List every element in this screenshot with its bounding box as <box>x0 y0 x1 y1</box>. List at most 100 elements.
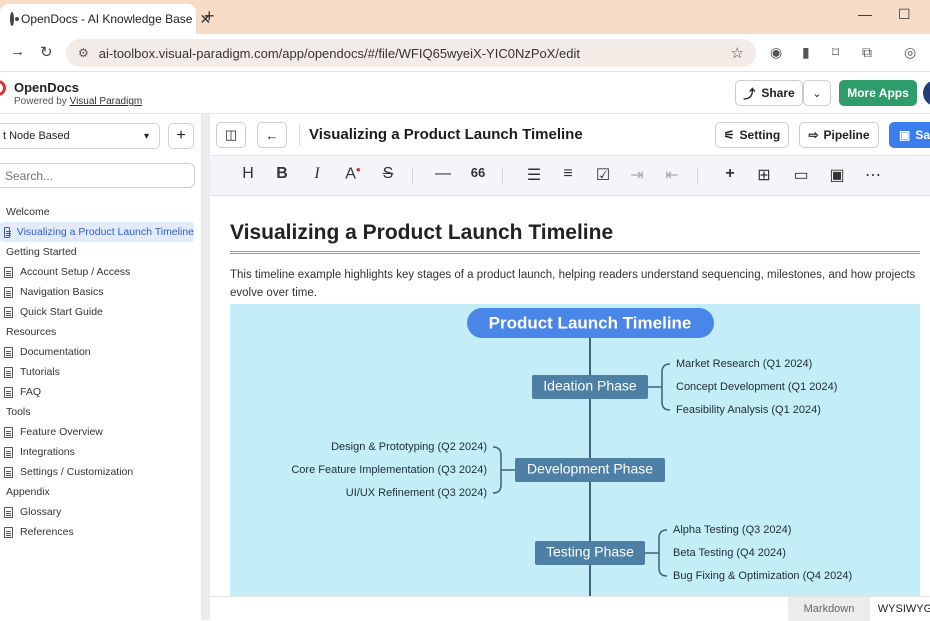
timeline-item-label: Alpha Testing (Q3 2024) <box>673 524 791 536</box>
quote-icon[interactable]: 66 <box>467 165 489 180</box>
heading-underline <box>230 251 920 254</box>
add-page-button[interactable]: + <box>168 123 194 149</box>
wysiwyg-mode-tab[interactable]: WYSIWYG <box>870 597 930 621</box>
pipeline-icon: ⇨ <box>808 128 819 142</box>
tree-section-header[interactable]: Welcome <box>0 202 202 222</box>
tree-item-label: Welcome <box>6 206 50 218</box>
tree-item-label: Getting Started <box>6 246 77 258</box>
toolbar-separator <box>412 167 413 185</box>
expand-header-button[interactable]: ⌄ <box>803 80 831 106</box>
tree-page-item[interactable]: References <box>0 522 202 542</box>
tree-page-item[interactable]: Visualizing a Product Launch Timeline <box>0 222 194 242</box>
insert-plus-icon[interactable]: + <box>719 165 741 183</box>
tree-page-item[interactable]: Quick Start Guide <box>0 302 202 322</box>
user-avatar[interactable] <box>923 80 930 106</box>
document-icon <box>4 446 13 458</box>
address-bar[interactable]: ⚙ ai-toolbox.visual-paradigm.com/app/ope… <box>66 39 756 67</box>
tree-page-item[interactable]: Tutorials <box>0 362 202 382</box>
extension-icon[interactable]: ◉ <box>770 44 782 61</box>
numbered-list-icon[interactable]: ≡ <box>557 165 579 183</box>
opendocs-logo-icon <box>0 80 6 96</box>
site-favicon-icon <box>10 12 19 26</box>
heading-icon[interactable]: H <box>237 165 259 183</box>
tree-item-label: Quick Start Guide <box>20 306 103 318</box>
phase-bracket <box>661 363 671 411</box>
arrow-left-icon: ← <box>265 127 279 143</box>
italic-icon[interactable]: I <box>306 165 328 183</box>
bold-icon[interactable]: B <box>271 165 293 183</box>
tree-page-item[interactable]: Settings / Customization <box>0 462 202 482</box>
minimize-icon[interactable]: — <box>858 6 872 22</box>
timeline-item-label: UI/UX Refinement (Q3 2024) <box>346 487 487 499</box>
share-button[interactable]: ⤴ Share <box>735 80 803 106</box>
tree-section-header[interactable]: Appendix <box>0 482 202 502</box>
strikethrough-icon[interactable]: S <box>377 165 399 183</box>
setting-button[interactable]: ⚟ Setting <box>715 122 789 148</box>
sidebar-resize-handle[interactable] <box>202 114 210 620</box>
tree-item-label: Tutorials <box>20 366 60 378</box>
pipeline-label: Pipeline <box>823 128 870 142</box>
reload-icon[interactable]: ↻ <box>40 43 53 61</box>
checklist-icon[interactable]: ☑ <box>592 165 614 185</box>
outdent-icon[interactable]: ⇤ <box>661 165 683 185</box>
page-tree: Welcome Visualizing a Product Launch Time… <box>0 202 202 542</box>
tree-page-item[interactable]: Feature Overview <box>0 422 202 442</box>
new-tab-icon[interactable]: + <box>204 6 215 27</box>
toolbar-divider <box>299 124 300 146</box>
formatting-toolbar: H B I A● S — 66 ☰ ≡ ☑ ⇥ ⇤ + ⊞ ▭ ▣ ⋯ <box>210 156 930 196</box>
knowledge-base-selector[interactable]: t Node Based ▾ <box>0 123 160 149</box>
save-button[interactable]: ▣ Sav <box>889 122 930 148</box>
more-options-icon[interactable]: ⋯ <box>862 165 884 185</box>
pipeline-button[interactable]: ⇨ Pipeline <box>799 122 879 148</box>
mindmap-diagram[interactable]: Product Launch Timeline Ideation Phase Mar… <box>230 304 920 596</box>
tree-page-item[interactable]: Documentation <box>0 342 202 362</box>
indent-icon[interactable]: ⇥ <box>626 165 648 185</box>
bookmark-star-icon[interactable]: ☆ <box>731 44 744 62</box>
phase-node-label: Ideation Phase <box>543 378 637 394</box>
document-content[interactable]: Visualizing a Product Launch Timeline Th… <box>210 196 930 596</box>
timeline-item-label: Design & Prototyping (Q2 2024) <box>331 441 487 453</box>
tree-section-header[interactable]: Tools <box>0 402 202 422</box>
root-node-label: Product Launch Timeline <box>489 313 692 332</box>
tree-section-header[interactable]: Getting Started <box>0 242 202 262</box>
markdown-mode-tab[interactable]: Markdown <box>788 597 870 621</box>
tab-search-icon[interactable]: ⌑ <box>832 44 839 61</box>
table-icon[interactable]: ⊞ <box>753 165 775 185</box>
image-icon[interactable]: ▣ <box>826 165 848 185</box>
sidebar: t Node Based ▾ + Welcome Visualizing a Pr… <box>0 114 202 620</box>
back-button[interactable]: ← <box>257 122 287 148</box>
selector-value: t Node Based <box>3 130 70 142</box>
reading-list-icon[interactable]: ▮ <box>802 44 810 61</box>
double-chevron-down-icon: ⌄ <box>812 87 822 100</box>
toolbar-separator <box>502 167 503 185</box>
app-header: OpenDocs Powered by Visual Paradigm ⤴ Sh… <box>0 72 930 114</box>
tree-page-item[interactable]: Account Setup / Access <box>0 262 202 282</box>
forward-icon[interactable]: → <box>10 43 25 60</box>
content-heading: Visualizing a Product Launch Timeline <box>230 221 614 244</box>
site-info-icon[interactable]: ⚙ <box>78 46 89 60</box>
document-icon <box>4 526 13 538</box>
toggle-sidebar-button[interactable]: ◫ <box>216 122 246 148</box>
extensions-puzzle-icon[interactable]: ⧉ <box>862 44 872 61</box>
search-input[interactable] <box>0 163 195 188</box>
tree-item-label: Documentation <box>20 346 91 358</box>
visual-paradigm-link[interactable]: Visual Paradigm <box>70 96 143 107</box>
tree-page-item[interactable]: Navigation Basics <box>0 282 202 302</box>
profile-icon[interactable]: ◎ <box>904 44 916 61</box>
powered-by: Powered by Visual Paradigm <box>14 96 142 107</box>
panel-icon[interactable]: ▭ <box>790 165 812 185</box>
document-icon <box>4 266 13 278</box>
browser-tab-title: OpenDocs - AI Knowledge Base <box>21 12 193 26</box>
text-color-icon[interactable]: A● <box>342 165 364 183</box>
tree-item-label: References <box>20 526 74 538</box>
maximize-icon[interactable]: ☐ <box>898 6 911 23</box>
tree-page-item[interactable]: Glossary <box>0 502 202 522</box>
more-apps-button[interactable]: More Apps <box>839 80 917 106</box>
horizontal-rule-icon[interactable]: — <box>432 165 454 183</box>
tree-page-item[interactable]: Integrations <box>0 442 202 462</box>
tree-section-header[interactable]: Resources <box>0 322 202 342</box>
browser-tab[interactable]: OpenDocs - AI Knowledge Base ✕ <box>0 4 211 34</box>
bullet-list-icon[interactable]: ☰ <box>523 165 545 185</box>
tree-item-label: Navigation Basics <box>20 286 104 298</box>
tree-page-item[interactable]: FAQ <box>0 382 202 402</box>
